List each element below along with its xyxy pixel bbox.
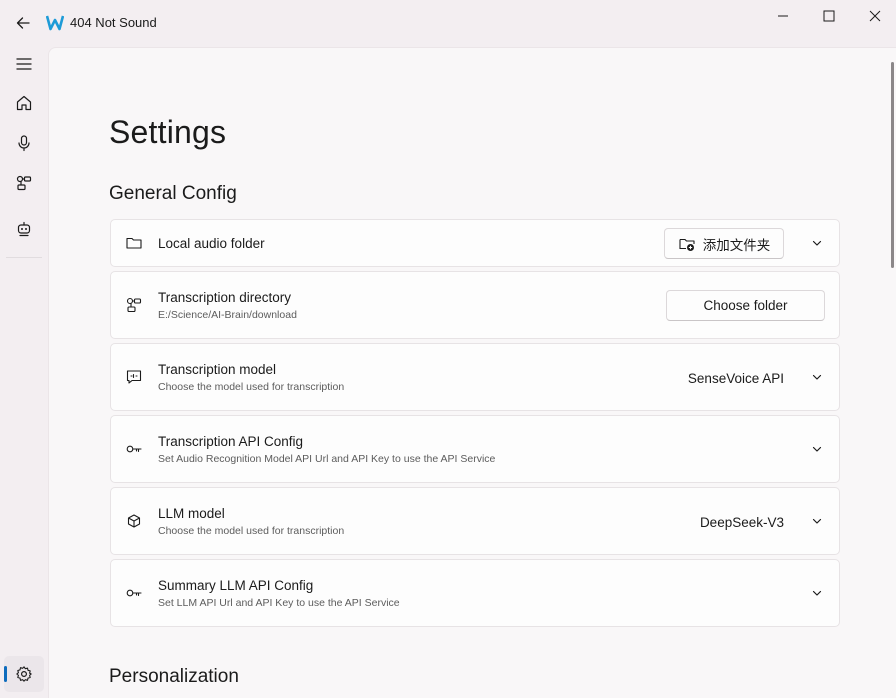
summary-llm-api-config-card[interactable]: Summary LLM API Config Set LLM API Url a… [110,559,840,627]
section-title-personalization: Personalization [109,666,239,687]
add-folder-label: 添加文件夹 [702,237,771,253]
close-button[interactable] [852,0,896,32]
card-title: Transcription API Config [158,434,304,449]
llm-model-card[interactable]: LLM model Choose the model used for tran… [110,487,840,555]
card-title: Summary LLM API Config [158,578,314,593]
nav-menu-toggle[interactable] [4,46,44,82]
add-folder-button[interactable]: 添加文件夹 [664,228,784,259]
transcription-directory-card: Transcription directory E:/Science/AI-Br… [110,271,840,339]
cube-icon [125,512,143,530]
speech-bubble-icon [125,368,143,386]
home-icon [16,95,32,111]
card-title: Transcription model [158,362,277,377]
back-button[interactable] [10,10,36,36]
app-title: 404 Not Sound [70,15,157,30]
arrow-left-icon [16,17,30,29]
nav-item-record[interactable] [4,125,44,161]
connected-shapes-icon [125,296,143,314]
transcription-model-card[interactable]: Transcription model Choose the model use… [110,343,840,411]
card-description: Set Audio Recognition Model API Url and … [158,453,496,465]
navigation-pane [0,46,48,697]
chevron-down-icon[interactable] [811,371,823,383]
close-icon [869,10,881,22]
nav-selection-indicator [4,666,7,682]
maximize-button[interactable] [806,0,852,32]
llm-model-value[interactable]: DeepSeek-V3 [700,515,784,530]
chevron-down-icon[interactable] [811,515,823,527]
nav-item-settings[interactable] [4,656,44,692]
folder-add-icon [679,238,695,251]
maximize-icon [823,10,835,22]
bot-icon [17,221,31,237]
key-icon [125,584,143,602]
choose-folder-button[interactable]: Choose folder [666,290,825,321]
nav-item-home[interactable] [4,85,44,121]
transcription-api-config-card[interactable]: Transcription API Config Set Audio Recog… [110,415,840,483]
card-title: Local audio folder [158,236,265,251]
nav-item-transcriptions[interactable] [4,165,44,201]
title-bar: 404 Not Sound [0,0,896,46]
minimize-button[interactable] [760,0,806,32]
transcription-model-value[interactable]: SenseVoice API [688,371,784,386]
microphone-icon [18,135,30,152]
local-audio-folder-card[interactable]: Local audio folder 添加文件夹 [110,219,840,267]
section-title-general: General Config [109,183,237,204]
card-title: Transcription directory [158,290,292,305]
card-description: Set LLM API Url and API Key to use the A… [158,597,400,609]
settings-page: Settings General Config Local audio fold… [48,47,896,698]
nav-separator [6,257,42,258]
card-description: Choose the model used for transcription [158,525,345,537]
gear-icon [16,666,32,682]
connected-shapes-icon [16,175,32,191]
minimize-icon [778,15,788,17]
chevron-down-icon[interactable] [811,587,823,599]
hamburger-menu-icon [16,58,32,70]
chevron-down-icon[interactable] [811,443,823,455]
nav-item-assistant[interactable] [4,211,44,247]
card-description: Choose the model used for transcription [158,381,345,393]
key-icon [125,440,143,458]
scrollbar[interactable] [891,62,894,268]
page-title: Settings [109,114,227,150]
app-logo-icon [46,15,64,31]
card-title: LLM model [158,506,225,521]
folder-icon [125,234,143,252]
card-description: E:/Science/AI-Brain/download [158,309,297,321]
chevron-down-icon[interactable] [811,237,823,249]
